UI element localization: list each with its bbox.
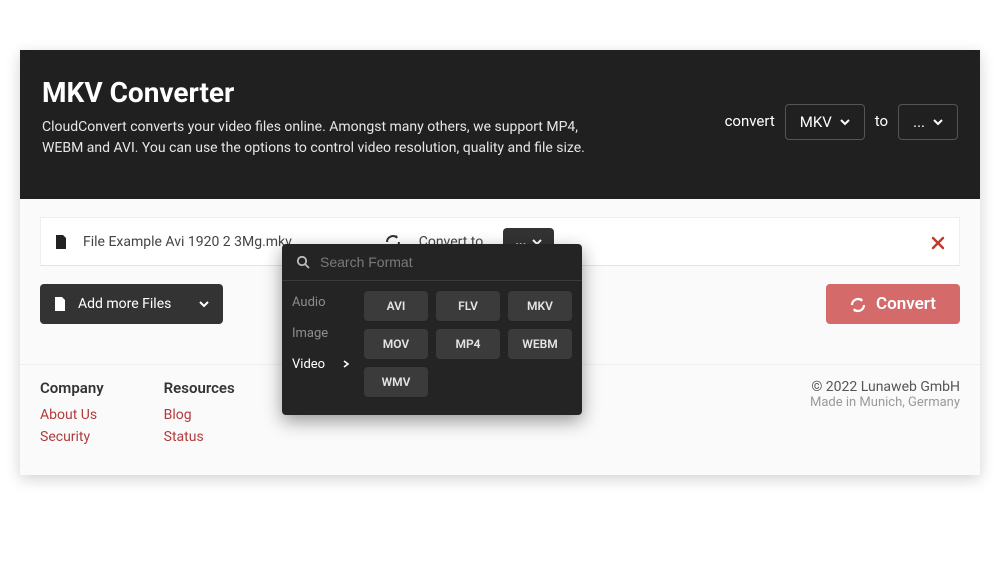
convert-button[interactable]: Convert: [826, 284, 960, 324]
format-category-label: Image: [292, 326, 328, 341]
footer-link-security[interactable]: Security: [40, 429, 104, 445]
convert-to-label: to: [875, 104, 888, 130]
from-format-value: MKV: [800, 113, 832, 131]
header-left: MKV Converter CloudConvert converts your…: [42, 76, 602, 159]
chevron-down-icon: [933, 117, 943, 128]
format-dropdown: Audio Image Video AVI: [282, 244, 582, 415]
footer-company-heading: Company: [40, 379, 104, 397]
format-option-wmv[interactable]: WMV: [364, 367, 428, 397]
footer-company-col: Company About Us Security: [40, 379, 104, 451]
file-add-icon: [54, 296, 66, 312]
format-option-flv[interactable]: FLV: [436, 291, 500, 321]
format-option-mp4[interactable]: MP4: [436, 329, 500, 359]
convert-from-label: convert: [725, 104, 775, 130]
add-more-files-button[interactable]: Add more Files: [40, 284, 223, 324]
footer-resources-col: Resources Blog Status: [164, 379, 235, 451]
footer-madein: Made in Munich, Germany: [810, 395, 960, 410]
search-icon: [296, 254, 310, 270]
page-description: CloudConvert converts your video files o…: [42, 117, 602, 159]
footer-link-blog[interactable]: Blog: [164, 407, 235, 423]
format-category-label: Video: [292, 357, 325, 372]
file-icon: [55, 234, 65, 250]
footer-right: © 2022 Lunaweb GmbH Made in Munich, Germ…: [810, 379, 960, 451]
from-format-select[interactable]: MKV: [785, 104, 865, 140]
format-category-list: Audio Image Video: [282, 281, 360, 403]
format-search-input[interactable]: [320, 254, 568, 270]
refresh-icon: [850, 294, 866, 314]
format-option-avi[interactable]: AVI: [364, 291, 428, 321]
chevron-down-icon: [840, 117, 850, 128]
app-card: MKV Converter CloudConvert converts your…: [20, 50, 980, 475]
to-format-select[interactable]: ...: [898, 104, 958, 140]
format-category-image[interactable]: Image: [282, 318, 360, 349]
footer-resources-heading: Resources: [164, 379, 235, 397]
format-category-audio[interactable]: Audio: [282, 287, 360, 318]
chevron-down-icon: [199, 296, 209, 312]
format-option-mov[interactable]: MOV: [364, 329, 428, 359]
format-grid: AVI FLV MKV MOV MP4 WEBM WMV: [360, 281, 582, 403]
header: MKV Converter CloudConvert converts your…: [20, 50, 980, 199]
action-row: Add more Files Convert: [20, 266, 980, 364]
format-category-label: Audio: [292, 295, 325, 310]
format-option-webm[interactable]: WEBM: [508, 329, 572, 359]
format-option-mkv[interactable]: MKV: [508, 291, 572, 321]
convert-button-label: Convert: [876, 294, 936, 314]
format-search-row: [282, 244, 582, 281]
footer-copyright: © 2022 Lunaweb GmbH: [810, 379, 960, 395]
header-convert-controls: convert MKV to ...: [725, 76, 958, 159]
footer-link-about[interactable]: About Us: [40, 407, 104, 423]
chevron-right-icon: [342, 360, 350, 370]
to-format-value: ...: [913, 113, 925, 131]
remove-file-button[interactable]: [931, 232, 945, 251]
add-more-files-label: Add more Files: [78, 296, 171, 312]
page-title: MKV Converter: [42, 76, 602, 109]
footer-link-status[interactable]: Status: [164, 429, 235, 445]
file-name: File Example Avi 1920 2 3Mg.mkv: [83, 234, 292, 250]
format-category-video[interactable]: Video: [282, 349, 360, 380]
